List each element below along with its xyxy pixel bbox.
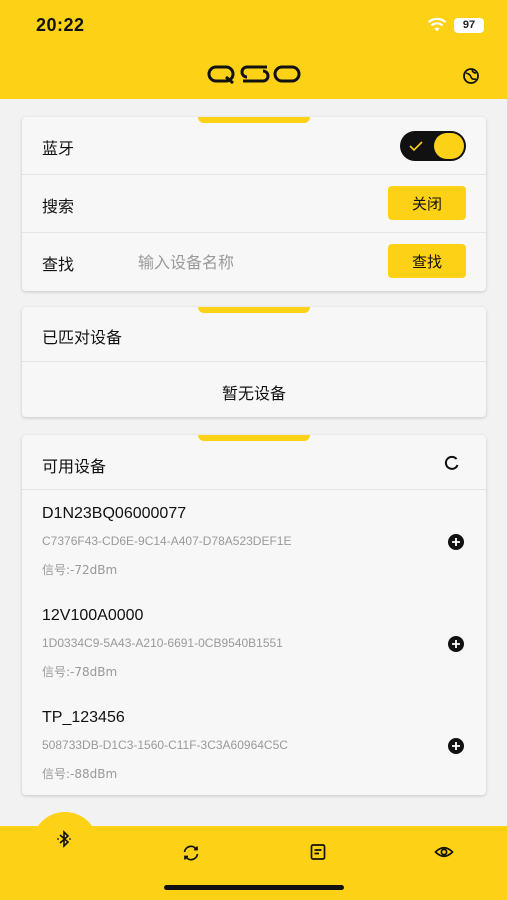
device-signal: 信号:-88dBm xyxy=(42,767,118,781)
paired-devices-card: 已匹对设备 暂无设备 xyxy=(22,307,486,417)
device-name: TP_123456 xyxy=(42,709,125,726)
refresh-icon[interactable] xyxy=(444,455,460,471)
divider xyxy=(22,361,486,362)
settings-card: 蓝牙 搜索 关闭 查找 查找 xyxy=(22,117,486,291)
available-devices-card: 可用设备 D1N23BQ06000077 C7376F43-CD6E-9C14-… xyxy=(22,435,486,795)
status-time: 20:22 xyxy=(36,15,85,35)
bluetooth-row: 蓝牙 xyxy=(22,117,486,175)
document-icon[interactable] xyxy=(308,842,328,862)
eye-icon[interactable] xyxy=(434,842,454,862)
device-item[interactable]: D1N23BQ06000077 C7376F43-CD6E-9C14-A407-… xyxy=(22,505,486,607)
device-signal: 信号:-78dBm xyxy=(42,665,118,679)
bluetooth-icon[interactable] xyxy=(54,829,74,849)
device-item[interactable]: 12V100A0000 1D0334C9-5A43-A210-6691-0CB9… xyxy=(22,607,486,709)
device-uuid: 1D0334C9-5A43-A210-6691-0CB9540B1551 xyxy=(42,636,283,650)
device-uuid: 508733DB-D1C3-1560-C11F-3C3A60964C5C xyxy=(42,738,288,752)
find-label: 查找 xyxy=(42,255,75,274)
stop-search-button[interactable]: 关闭 xyxy=(388,186,466,220)
card-accent-tab xyxy=(198,307,310,313)
battery-indicator: 97 xyxy=(454,18,484,33)
brand-logo xyxy=(207,65,301,84)
device-name: 12V100A0000 xyxy=(42,607,144,624)
paired-devices-title: 已匹对设备 xyxy=(42,328,123,347)
card-accent-tab xyxy=(198,435,310,441)
bluetooth-label: 蓝牙 xyxy=(42,139,75,158)
wifi-icon xyxy=(427,17,447,32)
device-name: D1N23BQ06000077 xyxy=(42,505,187,522)
bluetooth-toggle[interactable] xyxy=(400,131,466,161)
globe-icon[interactable] xyxy=(462,67,480,85)
available-devices-title: 可用设备 xyxy=(42,457,107,476)
find-button[interactable]: 查找 xyxy=(388,244,466,278)
find-row: 查找 查找 xyxy=(22,232,486,290)
add-device-icon[interactable] xyxy=(447,533,465,551)
sync-icon[interactable] xyxy=(181,843,201,863)
device-signal: 信号:-72dBm xyxy=(42,563,118,577)
device-name-input[interactable] xyxy=(138,247,378,277)
add-device-icon[interactable] xyxy=(447,737,465,755)
divider xyxy=(22,489,486,490)
home-indicator xyxy=(164,885,344,890)
add-device-icon[interactable] xyxy=(447,635,465,653)
empty-paired-text: 暂无设备 xyxy=(221,384,286,403)
toggle-knob xyxy=(434,133,464,159)
search-row: 搜索 关闭 xyxy=(22,174,486,232)
search-label: 搜索 xyxy=(42,197,75,216)
device-item[interactable]: TP_123456 508733DB-D1C3-1560-C11F-3C3A60… xyxy=(22,709,486,811)
check-icon xyxy=(409,141,423,152)
device-uuid: C7376F43-CD6E-9C14-A407-D78A523DEF1E xyxy=(42,534,292,548)
